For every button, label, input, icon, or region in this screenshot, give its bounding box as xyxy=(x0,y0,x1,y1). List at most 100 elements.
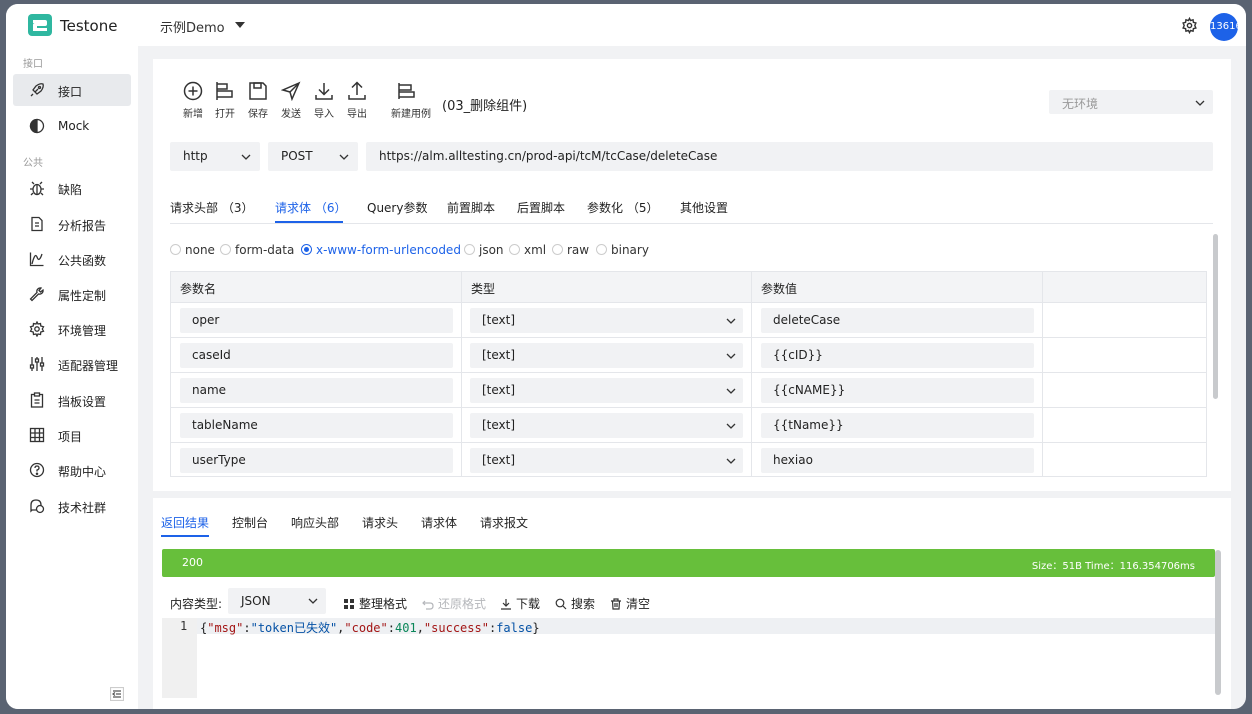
tab-other-settings[interactable]: 其他设置 xyxy=(680,199,728,216)
param-value-input[interactable]: hexiao xyxy=(761,448,1034,473)
response-editor[interactable]: 1 {"msg":"token已失效","code":401,"success"… xyxy=(162,618,1215,698)
avatar[interactable]: 13616 xyxy=(1210,13,1238,41)
tab-body[interactable]: 请求体 （6） xyxy=(275,199,346,216)
protocol-select[interactable]: http xyxy=(170,142,260,171)
scrollbar[interactable] xyxy=(1215,550,1221,695)
tab-parameterize[interactable]: 参数化 （5） xyxy=(587,199,658,216)
radio-urlencoded[interactable]: x-www-form-urlencoded xyxy=(301,243,461,257)
tab-response-headers[interactable]: 响应头部 xyxy=(291,514,339,531)
gear-icon[interactable] xyxy=(1181,17,1198,34)
response-panel: 返回结果 控制台 响应头部 请求头 请求体 请求报文 200 Size：51B … xyxy=(153,498,1231,709)
open-button[interactable]: 打开 xyxy=(210,81,240,120)
save-icon xyxy=(249,82,267,100)
chevron-down-icon xyxy=(339,154,349,160)
method-select[interactable]: POST xyxy=(268,142,358,171)
table-row: name [text] {{cNAME}} xyxy=(171,372,1206,407)
line-gutter: 1 xyxy=(162,618,197,698)
radio-json[interactable]: json xyxy=(464,243,504,257)
radio-raw[interactable]: raw xyxy=(552,243,589,257)
gear-icon xyxy=(29,321,45,337)
chevron-down-icon xyxy=(241,154,251,160)
sidebar-item-projects[interactable]: 项目 xyxy=(13,419,131,451)
status-bar: 200 Size：51B Time：116.354706ms xyxy=(162,549,1215,577)
save-button[interactable]: 保存 xyxy=(243,81,273,120)
format-button[interactable]: 整理格式 xyxy=(343,595,407,612)
download-button[interactable]: 下载 xyxy=(500,595,540,612)
bug-icon xyxy=(30,181,44,196)
new-case-button[interactable]: 新建用例 xyxy=(391,81,431,120)
sidebar-item-help[interactable]: 帮助中心 xyxy=(13,454,131,486)
help-icon xyxy=(29,462,45,478)
sidebar-item-reports[interactable]: 分析报告 xyxy=(13,208,131,240)
radio-binary[interactable]: binary xyxy=(596,243,649,257)
sidebar-item-label: 分析报告 xyxy=(58,219,107,233)
param-value-input[interactable]: deleteCase xyxy=(761,308,1034,333)
sidebar-item-label: 适配器管理 xyxy=(58,359,119,373)
sidebar-item-bugs[interactable]: 缺陷 xyxy=(13,172,131,204)
sidebar-item-label: 环境管理 xyxy=(58,324,107,338)
sidebar-item-functions[interactable]: 公共函数 xyxy=(13,243,131,275)
trash-icon xyxy=(611,598,621,610)
project-selector[interactable]: 示例Demo xyxy=(160,17,225,36)
param-value-input[interactable]: {{tName}} xyxy=(761,413,1034,438)
param-name-input[interactable]: oper xyxy=(180,308,453,333)
param-name-input[interactable]: userType xyxy=(180,448,453,473)
sidebar-item-api[interactable]: 接口 xyxy=(13,74,131,106)
tab-pre-script[interactable]: 前置脚本 xyxy=(447,199,495,216)
sidebar-item-adapters[interactable]: 适配器管理 xyxy=(13,348,131,380)
sidebar-item-environments[interactable]: 环境管理 xyxy=(13,313,131,345)
param-name-input[interactable]: name xyxy=(180,378,453,403)
wrench-icon xyxy=(29,287,44,302)
import-button[interactable]: 导入 xyxy=(309,81,339,120)
param-name-input[interactable]: caseId xyxy=(180,343,453,368)
param-type-select[interactable]: [text] xyxy=(470,413,743,438)
table-row: oper [text] deleteCase xyxy=(171,302,1206,337)
clear-button[interactable]: 清空 xyxy=(610,595,650,612)
export-button[interactable]: 导出 xyxy=(342,81,372,120)
param-name-input[interactable]: tableName xyxy=(180,413,453,438)
sidebar-section-label: 公共 xyxy=(23,158,43,169)
param-type-select[interactable]: [text] xyxy=(470,308,743,333)
chevron-down-icon xyxy=(726,318,736,324)
param-value-input[interactable]: {{cID}} xyxy=(761,343,1034,368)
tab-request-body[interactable]: 请求体 xyxy=(421,514,457,531)
restore-format-button[interactable]: 还原格式 xyxy=(422,595,486,612)
radio-none[interactable]: none xyxy=(170,243,215,257)
url-input[interactable]: https://alm.alltesting.cn/prod-api/tcM/t… xyxy=(366,142,1213,171)
collapse-sidebar-icon[interactable] xyxy=(110,687,124,701)
sidebar-item-mock[interactable]: Mock xyxy=(13,110,131,142)
community-icon xyxy=(30,499,45,514)
tab-headers[interactable]: 请求头部 （3） xyxy=(170,199,253,216)
function-icon xyxy=(29,252,44,267)
grid-icon xyxy=(29,427,45,443)
active-tab-indicator xyxy=(161,535,209,537)
sidebar-item-community[interactable]: 技术社群 xyxy=(13,490,131,522)
tab-console[interactable]: 控制台 xyxy=(232,514,268,531)
param-type-select[interactable]: [text] xyxy=(470,378,743,403)
environment-select[interactable]: 无环境 xyxy=(1049,90,1213,114)
param-type-select[interactable]: [text] xyxy=(470,448,743,473)
sliders-icon xyxy=(29,357,45,371)
tab-post-script[interactable]: 后置脚本 xyxy=(517,199,565,216)
tab-request-headers[interactable]: 请求头 xyxy=(362,514,398,531)
content-type-label: 内容类型: xyxy=(170,597,223,611)
active-tab-indicator xyxy=(275,221,343,223)
tab-result[interactable]: 返回结果 xyxy=(161,514,209,531)
sidebar-section-label: 接口 xyxy=(23,59,43,70)
radio-form-data[interactable]: form-data xyxy=(220,243,294,257)
chevron-down-icon xyxy=(308,598,318,604)
scrollbar[interactable] xyxy=(1213,234,1218,399)
new-button[interactable]: 新增 xyxy=(178,81,208,120)
tab-query[interactable]: Query参数 xyxy=(367,199,427,216)
caret-down-icon[interactable] xyxy=(235,22,245,28)
sidebar-item-baffle[interactable]: 挡板设置 xyxy=(13,384,131,416)
plus-circle-icon xyxy=(183,81,203,101)
send-button[interactable]: 发送 xyxy=(276,81,306,120)
tab-request-message[interactable]: 请求报文 xyxy=(480,514,528,531)
sidebar-item-properties[interactable]: 属性定制 xyxy=(13,278,131,310)
param-type-select[interactable]: [text] xyxy=(470,343,743,368)
radio-xml[interactable]: xml xyxy=(509,243,546,257)
param-value-input[interactable]: {{cNAME}} xyxy=(761,378,1034,403)
search-button[interactable]: 搜索 xyxy=(555,595,595,612)
content-type-select[interactable]: JSON xyxy=(228,588,326,614)
